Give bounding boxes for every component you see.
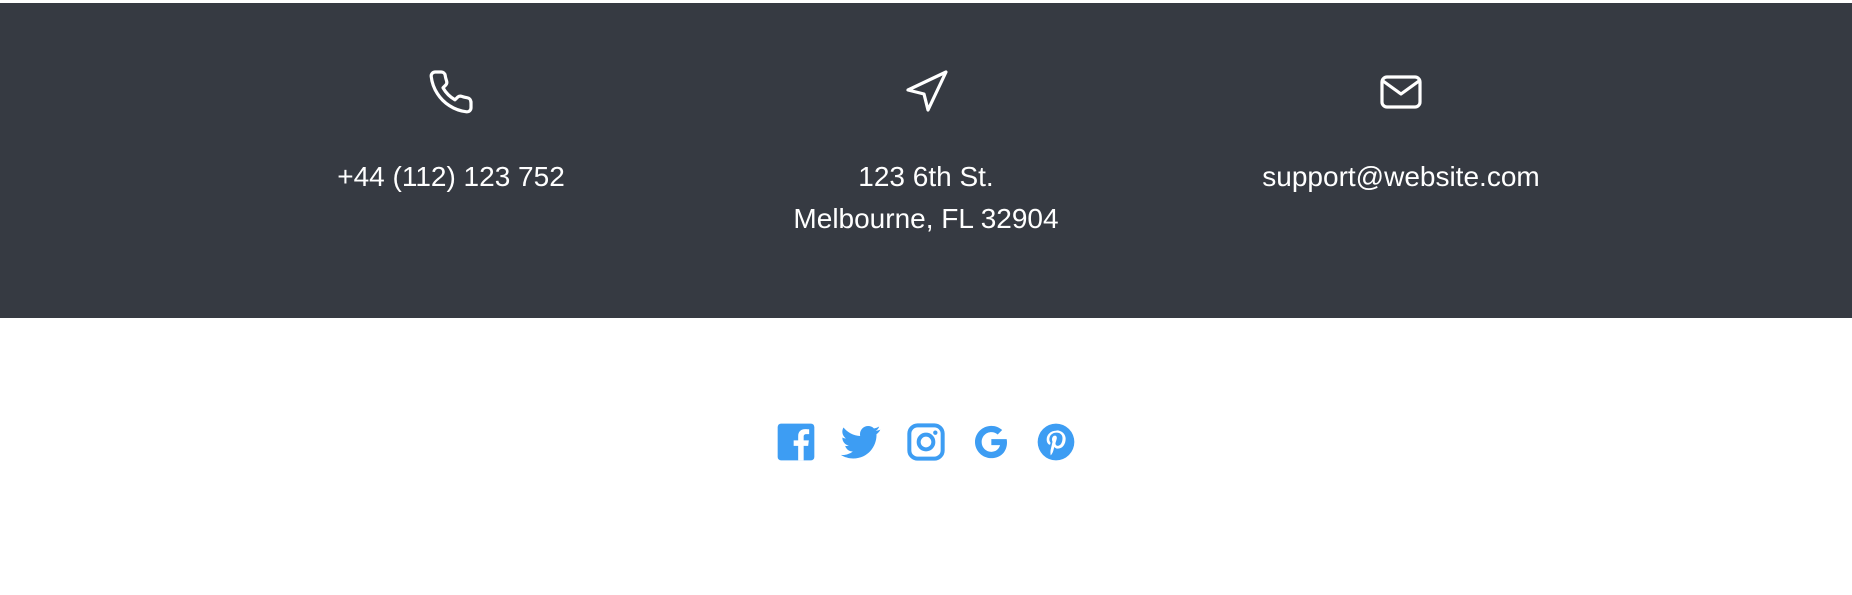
location-arrow-icon bbox=[901, 67, 951, 117]
contact-section: +44 (112) 123 752 123 6th St. Melbourne,… bbox=[0, 3, 1852, 318]
google-link[interactable] bbox=[971, 418, 1011, 466]
social-links bbox=[0, 418, 1852, 466]
google-icon bbox=[975, 425, 1007, 459]
contact-phone: +44 (112) 123 752 bbox=[213, 3, 689, 198]
phone-icon bbox=[426, 67, 476, 117]
address-line-2: Melbourne, FL 32904 bbox=[793, 203, 1059, 234]
contact-email: support@website.com bbox=[1163, 3, 1639, 198]
phone-number[interactable]: +44 (112) 123 752 bbox=[337, 156, 565, 198]
address-text: 123 6th St. Melbourne, FL 32904 bbox=[793, 156, 1058, 240]
instagram-icon bbox=[907, 423, 945, 461]
email-address[interactable]: support@website.com bbox=[1262, 156, 1539, 198]
contact-address: 123 6th St. Melbourne, FL 32904 bbox=[688, 3, 1164, 240]
twitter-icon bbox=[841, 426, 881, 459]
address-line-1: 123 6th St. bbox=[858, 161, 994, 192]
pinterest-link[interactable] bbox=[1036, 418, 1076, 466]
envelope-icon bbox=[1376, 67, 1426, 117]
instagram-link[interactable] bbox=[906, 418, 946, 466]
facebook-icon bbox=[777, 423, 815, 461]
facebook-link[interactable] bbox=[776, 418, 816, 466]
pinterest-icon bbox=[1037, 423, 1075, 461]
twitter-link[interactable] bbox=[841, 418, 881, 466]
